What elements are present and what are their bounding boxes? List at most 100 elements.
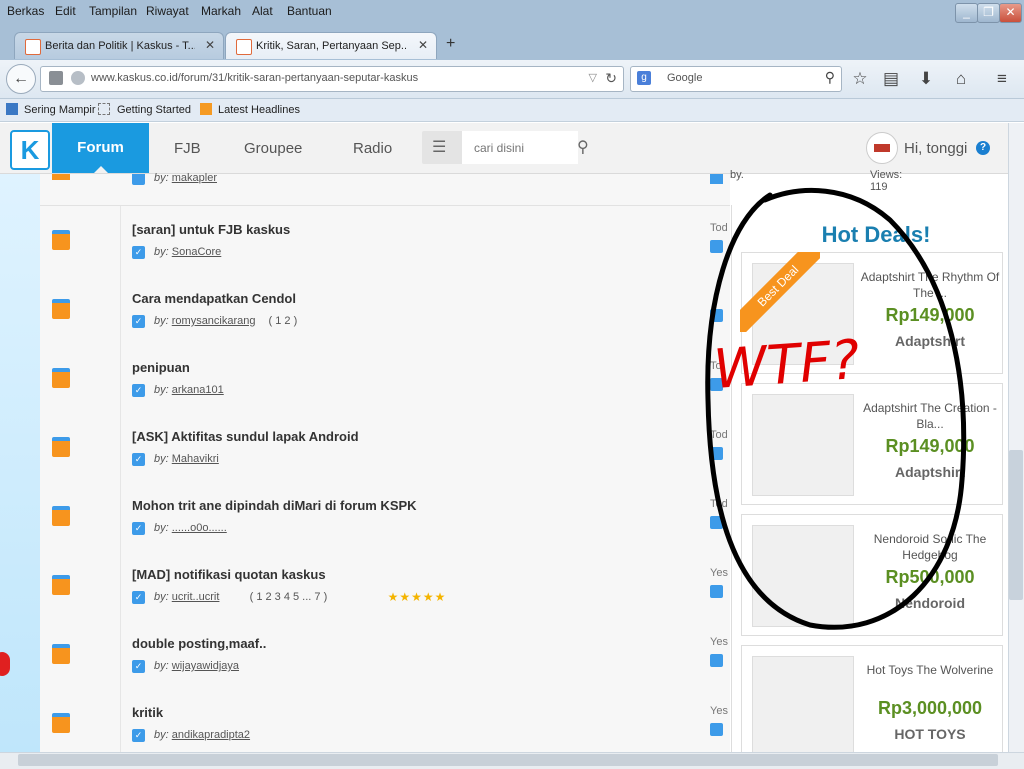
search-icon[interactable]: ⚲ — [825, 69, 835, 86]
nav-fjb[interactable]: FJB — [174, 140, 201, 157]
active-caret — [94, 166, 108, 173]
author-link[interactable]: romysancikarang — [172, 315, 256, 327]
check-icon: ✓ — [132, 591, 145, 604]
url-text[interactable]: www.kaskus.co.id/forum/31/kritik-saran-p… — [91, 72, 418, 84]
site-search-input[interactable] — [462, 131, 578, 164]
close-tab-icon[interactable]: ✕ — [418, 38, 428, 52]
bookmarks-list-icon[interactable]: ▤ — [880, 68, 902, 90]
close-tab-icon[interactable]: ✕ — [205, 38, 215, 52]
page-links[interactable]: ( 1 2 3 4 5 ... 7 ) — [250, 591, 328, 603]
bookmark-getting-started[interactable]: Getting Started — [117, 104, 191, 116]
search-placeholder[interactable]: Google — [667, 72, 702, 84]
author-link[interactable]: arkana101 — [172, 384, 224, 396]
search-box[interactable]: g Google ⚲ — [630, 66, 842, 92]
thread-author: by: makapler — [154, 172, 217, 184]
last-post-icon[interactable] — [710, 723, 723, 736]
product-name[interactable]: Hot Toys The Wolverine — [860, 662, 1000, 678]
thread-title[interactable]: [ASK] Aktifitas sundul lapak Android — [132, 429, 359, 444]
google-icon[interactable]: g — [637, 71, 651, 85]
menu-bantuan[interactable]: Bantuan — [287, 4, 332, 18]
page-links[interactable]: ( 1 2 ) — [269, 315, 298, 327]
thread-title[interactable]: [MAD] notifikasi quotan kaskus — [132, 567, 326, 582]
check-icon: ✓ — [132, 522, 145, 535]
thread-title[interactable]: kritik — [132, 705, 163, 720]
back-button[interactable]: ← — [6, 64, 36, 94]
tab-kritik-saran[interactable]: Kritik, Saran, Pertanyaan Sep... ✕ — [225, 32, 437, 59]
avatar[interactable] — [866, 132, 898, 164]
tab-title: Kritik, Saran, Pertanyaan Sep... — [256, 40, 406, 52]
folder-icon — [52, 299, 70, 319]
author-link[interactable]: SonaCore — [172, 246, 222, 258]
reload-icon[interactable]: ↻ — [605, 70, 617, 87]
home-icon[interactable]: ⌂ — [950, 68, 972, 90]
nav-groupee[interactable]: Groupee — [244, 140, 302, 157]
table-row[interactable]: [saran] untuk FJB kaskus ✓ by: SonaCore Tod — [40, 206, 730, 276]
list-icon[interactable]: ☰ — [432, 137, 446, 157]
new-tab-button[interactable]: + — [446, 35, 455, 53]
menu-alat[interactable]: Alat — [252, 4, 273, 18]
thread-title[interactable]: penipuan — [132, 360, 190, 375]
folder-icon — [52, 575, 70, 595]
horizontal-scroll-thumb[interactable] — [18, 754, 998, 766]
table-row[interactable]: [MAD] notifikasi quotan kaskus ✓ by: ucrit… — [40, 551, 730, 621]
help-icon[interactable]: ? — [976, 141, 990, 155]
menu-tampilan[interactable]: Tampilan — [89, 4, 137, 18]
folder-icon — [52, 368, 70, 388]
table-row[interactable]: by: makapler by. Views: 119 — [40, 169, 902, 206]
table-row[interactable]: kritik ✓ by: andikapradipta2 Yes — [40, 689, 730, 759]
last-post-icon[interactable] — [710, 654, 723, 667]
column-divider — [120, 620, 121, 689]
table-row[interactable]: penipuan ✓ by: arkana101 To — [40, 344, 730, 414]
product-brand: HOT TOYS — [894, 726, 966, 742]
last-post-date: Yes — [710, 705, 728, 717]
menu-icon[interactable]: ≡ — [991, 68, 1013, 90]
decorative-red-shape — [0, 652, 10, 676]
tab-title: Berita dan Politik | Kaskus - T... — [45, 40, 195, 52]
user-greeting[interactable]: Hi, tonggi — [904, 140, 967, 157]
address-bar[interactable]: www.kaskus.co.id/forum/31/kritik-saran-p… — [40, 66, 624, 92]
table-row[interactable]: double posting,maaf.. ✓ by: wijayawidjaya Y… — [40, 620, 730, 690]
author-link[interactable]: makapler — [172, 172, 217, 184]
search-icon[interactable]: ⚲ — [577, 137, 589, 157]
column-divider — [120, 206, 121, 275]
author-link[interactable]: ......o0o...... — [172, 522, 227, 534]
vertical-scrollbar[interactable] — [1008, 123, 1024, 752]
kaskus-favicon-icon — [25, 39, 41, 55]
thread-author: by: ucrit..ucrit — [154, 591, 219, 603]
author-link[interactable]: Mahavikri — [172, 453, 219, 465]
nav-forum[interactable]: Forum — [52, 123, 149, 173]
menu-edit[interactable]: Edit — [55, 4, 76, 18]
deal-card[interactable]: Hot Toys The Wolverine Rp3,000,000 HOT TOY… — [741, 645, 1003, 767]
dropdown-icon[interactable]: ▽ — [589, 71, 597, 84]
table-row[interactable]: Cara mendapatkan Cendol ✓ by: romysancikar… — [40, 275, 730, 345]
download-icon[interactable]: ⬇ — [915, 68, 937, 90]
menu-berkas[interactable]: Berkas — [7, 4, 44, 18]
close-window-button[interactable]: ✕ — [999, 3, 1022, 23]
thread-title[interactable]: Cara mendapatkan Cendol — [132, 291, 296, 306]
tab-berita-politik[interactable]: Berita dan Politik | Kaskus - T... ✕ — [14, 32, 224, 59]
minimize-button[interactable]: _ — [955, 3, 978, 23]
restore-button[interactable]: ❐ — [977, 3, 1000, 23]
rss-icon — [200, 103, 212, 115]
table-row[interactable]: Mohon trit ane dipindah diMari di forum … — [40, 482, 730, 552]
thread-title[interactable]: double posting,maaf.. — [132, 636, 266, 651]
product-image[interactable] — [752, 656, 854, 758]
folder-icon — [52, 230, 70, 250]
nav-radio[interactable]: Radio — [353, 140, 392, 157]
thread-title[interactable]: Mohon trit ane dipindah diMari di forum … — [132, 498, 417, 513]
thread-author: by: andikapradipta2 — [154, 729, 250, 741]
author-link[interactable]: wijayawidjaya — [172, 660, 239, 672]
menu-riwayat[interactable]: Riwayat — [146, 4, 189, 18]
author-link[interactable]: ucrit..ucrit — [172, 591, 220, 603]
menu-markah[interactable]: Markah — [201, 4, 241, 18]
vertical-scroll-thumb[interactable] — [1009, 450, 1023, 600]
by-label: by: — [154, 522, 169, 534]
bookmark-star-icon[interactable]: ☆ — [849, 68, 871, 90]
thread-title[interactable]: [saran] untuk FJB kaskus — [132, 222, 290, 237]
kaskus-logo[interactable]: K — [10, 130, 50, 170]
table-row[interactable]: [ASK] Aktifitas sundul lapak Android ✓ by:… — [40, 413, 730, 483]
author-link[interactable]: andikapradipta2 — [172, 729, 250, 741]
bookmark-sering-mampir[interactable]: Sering Mampir — [24, 104, 96, 116]
bookmark-latest-headlines[interactable]: Latest Headlines — [218, 104, 300, 116]
check-icon: ✓ — [132, 384, 145, 397]
